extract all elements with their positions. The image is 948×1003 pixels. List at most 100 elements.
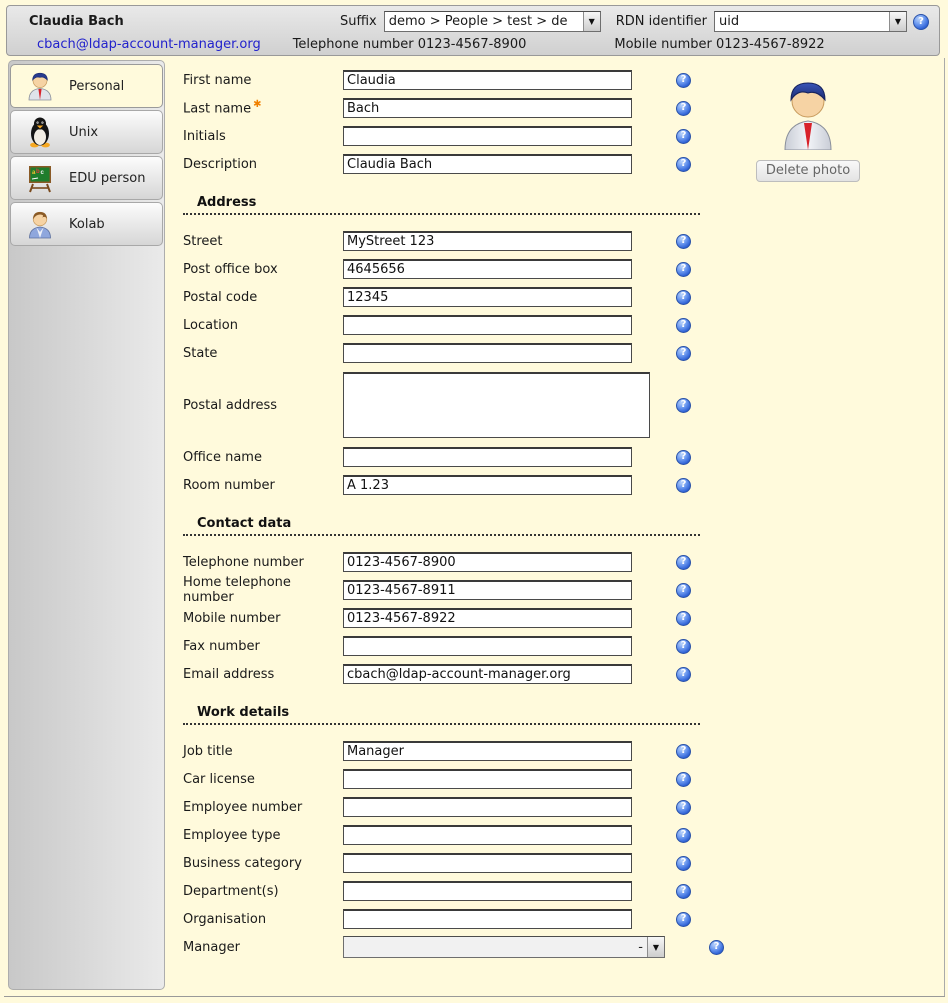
postal-address-textarea[interactable]: [343, 372, 650, 438]
help-icon[interactable]: ?: [676, 478, 691, 493]
form-row-employee-number: Employee number ?: [183, 793, 750, 821]
help-icon[interactable]: ?: [676, 856, 691, 871]
delete-photo-button[interactable]: Delete photo: [756, 160, 860, 182]
help-icon[interactable]: ?: [676, 157, 691, 172]
rdn-identifier-select[interactable]: uid ▼: [714, 11, 907, 32]
required-marker: ✱: [253, 99, 261, 110]
header-telephone-text: Telephone number 0123-4567-8900: [293, 37, 527, 52]
help-icon[interactable]: ?: [676, 290, 691, 305]
field-label: Room number: [183, 478, 343, 493]
help-icon[interactable]: ?: [676, 318, 691, 333]
employee-number-input[interactable]: [343, 797, 632, 817]
home-telephone-number-input[interactable]: [343, 580, 632, 600]
department-s-input[interactable]: [343, 881, 632, 901]
suffix-select[interactable]: demo > People > test > de ▼: [384, 11, 601, 32]
dropdown-arrow-icon[interactable]: ▼: [889, 12, 906, 31]
field-label: Fax number: [183, 639, 343, 654]
sidebar-tab-label: Personal: [69, 79, 124, 94]
car-license-input[interactable]: [343, 769, 632, 789]
form-row-department-s: Department(s) ?: [183, 877, 750, 905]
form-row-telephone-number: Telephone number ?: [183, 548, 750, 576]
post-office-box-input[interactable]: [343, 259, 632, 279]
form-row-office-name: Office name ?: [183, 443, 750, 471]
help-icon[interactable]: ?: [676, 611, 691, 626]
business-category-input[interactable]: [343, 853, 632, 873]
dropdown-arrow-icon[interactable]: ▼: [583, 12, 600, 31]
help-icon[interactable]: ?: [676, 73, 691, 88]
help-icon[interactable]: ?: [676, 555, 691, 570]
form-row-employee-type: Employee type ?: [183, 821, 750, 849]
help-icon[interactable]: ?: [676, 129, 691, 144]
employee-type-input[interactable]: [343, 825, 632, 845]
manager-select[interactable]: -▼: [343, 936, 665, 958]
section-header-work-details: Work details: [183, 705, 700, 725]
field-label: Postal code: [183, 290, 343, 305]
sidebar-tab-kolab[interactable]: Kolab: [10, 202, 163, 246]
fax-number-input[interactable]: [343, 636, 632, 656]
email-link[interactable]: cbach@ldap-account-manager.org: [37, 37, 261, 52]
field-label: Telephone number: [183, 555, 343, 570]
help-icon[interactable]: ?: [676, 912, 691, 927]
field-label: Home telephone number: [183, 575, 343, 605]
help-icon[interactable]: ?: [676, 744, 691, 759]
first-name-input[interactable]: [343, 70, 632, 90]
field-label: Initials: [183, 129, 343, 144]
suffix-label: Suffix: [340, 14, 377, 29]
help-icon[interactable]: ?: [676, 583, 691, 598]
tux-penguin-icon: [24, 116, 56, 148]
field-label: Car license: [183, 772, 343, 787]
help-icon[interactable]: ?: [676, 346, 691, 361]
initials-input[interactable]: [343, 126, 632, 146]
help-icon[interactable]: ?: [676, 450, 691, 465]
help-icon[interactable]: ?: [676, 884, 691, 899]
help-icon[interactable]: ?: [676, 262, 691, 277]
field-label: Job title: [183, 744, 343, 759]
personal-form: First name ? Last name✱ ? Initials ? Des…: [170, 66, 750, 961]
chalkboard-icon: abc: [24, 162, 56, 194]
form-row-description: Description ?: [183, 150, 750, 178]
form-row-street: Street ?: [183, 227, 750, 255]
form-row-manager: Manager -▼ ?: [183, 933, 750, 961]
form-row-last-name: Last name✱ ?: [183, 94, 750, 122]
description-input[interactable]: [343, 154, 632, 174]
help-icon[interactable]: ?: [709, 940, 724, 955]
room-number-input[interactable]: [343, 475, 632, 495]
form-row-postal-address: Postal address ?: [183, 367, 750, 443]
help-icon[interactable]: ?: [676, 772, 691, 787]
sidebar-tab-personal[interactable]: Personal: [10, 64, 163, 108]
postal-code-input[interactable]: [343, 287, 632, 307]
state-input[interactable]: [343, 343, 632, 363]
job-title-input[interactable]: [343, 741, 632, 761]
help-icon[interactable]: ?: [676, 828, 691, 843]
help-icon[interactable]: ?: [913, 14, 929, 30]
field-label: Description: [183, 157, 343, 172]
organisation-input[interactable]: [343, 909, 632, 929]
email-address-input[interactable]: [343, 664, 632, 684]
header-row-top: Claudia Bach Suffix demo > People > test…: [29, 9, 929, 34]
sidebar-tab-label: Kolab: [69, 217, 105, 232]
help-icon[interactable]: ?: [676, 667, 691, 682]
help-icon[interactable]: ?: [676, 234, 691, 249]
last-name-input[interactable]: [343, 98, 632, 118]
sidebar-tabs: Personal Unix abc EDU person Kolab: [9, 64, 164, 246]
dropdown-arrow-icon[interactable]: ▼: [647, 937, 664, 957]
help-icon[interactable]: ?: [676, 800, 691, 815]
form-row-initials: Initials ?: [183, 122, 750, 150]
sidebar-tab-edu-person[interactable]: abc EDU person: [10, 156, 163, 200]
form-row-location: Location ?: [183, 311, 750, 339]
help-icon[interactable]: ?: [676, 639, 691, 654]
street-input[interactable]: [343, 231, 632, 251]
photo-box: Delete photo: [753, 76, 863, 182]
help-icon[interactable]: ?: [676, 101, 691, 116]
telephone-number-input[interactable]: [343, 552, 632, 572]
form-row-post-office-box: Post office box ?: [183, 255, 750, 283]
module-sidebar: Personal Unix abc EDU person Kolab: [8, 60, 165, 990]
form-row-first-name: First name ?: [183, 66, 750, 94]
mobile-number-input[interactable]: [343, 608, 632, 628]
location-input[interactable]: [343, 315, 632, 335]
help-icon[interactable]: ?: [676, 398, 691, 413]
office-name-input[interactable]: [343, 447, 632, 467]
sidebar-tab-unix[interactable]: Unix: [10, 110, 163, 154]
form-row-fax-number: Fax number ?: [183, 632, 750, 660]
field-label: Organisation: [183, 912, 343, 927]
